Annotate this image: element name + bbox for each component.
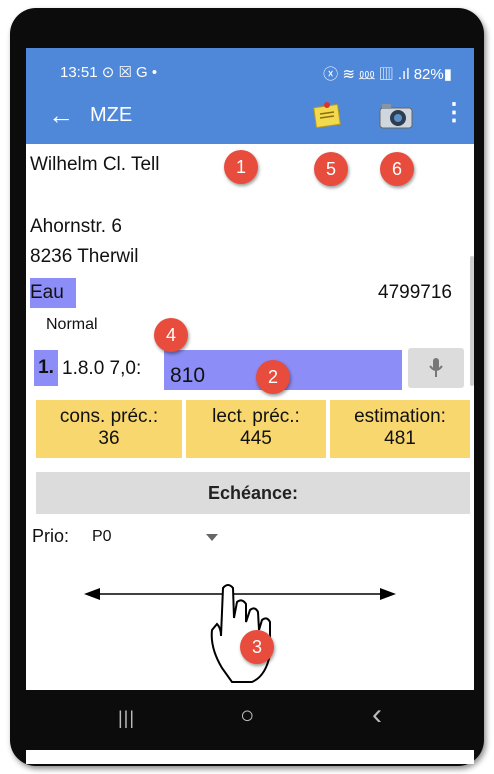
- estimation-label: estimation:: [354, 406, 446, 427]
- callout-5: 5: [314, 152, 348, 186]
- previous-reading-value: 445: [240, 428, 272, 449]
- customer-city: 8236 Therwil: [30, 246, 139, 267]
- previous-consumption: cons. préc.: 36: [36, 400, 182, 458]
- meter-number: 4799716: [378, 282, 452, 303]
- estimation-value: 481: [384, 428, 416, 449]
- recent-apps-button[interactable]: |||: [118, 708, 135, 729]
- register-code: 1.8.0 7,0:: [62, 358, 142, 379]
- app-bar: ← MZE ⋮: [26, 88, 474, 144]
- callout-2: 2: [256, 360, 290, 394]
- home-button[interactable]: ○: [240, 702, 255, 730]
- dropdown-arrow-icon[interactable]: [206, 534, 218, 542]
- back-arrow-icon[interactable]: ←: [48, 100, 74, 130]
- scrollbar[interactable]: [470, 256, 474, 386]
- priority-label: Prio:: [32, 526, 70, 546]
- camera-icon[interactable]: [378, 100, 414, 130]
- priority-select[interactable]: P0: [92, 528, 112, 546]
- reading-type-select[interactable]: Normal: [46, 316, 98, 334]
- estimation: estimation: 481: [330, 400, 470, 458]
- register-index: 1.: [34, 350, 58, 386]
- memo-note-icon[interactable]: [312, 100, 342, 130]
- status-indicators: ⓧ ≋ ⅏ ▥ .ıl 82%▮: [323, 66, 452, 83]
- previous-reading: lect. préc.: 445: [186, 400, 326, 458]
- previous-consumption-value: 36: [98, 428, 120, 449]
- system-nav-bar: ||| ○ ‹: [26, 690, 474, 750]
- callout-3: 3: [240, 630, 274, 664]
- previous-consumption-label: cons. préc.:: [59, 406, 159, 427]
- previous-reading-label: lect. préc.:: [212, 406, 300, 427]
- callout-4: 4: [154, 318, 188, 352]
- more-vert-icon[interactable]: ⋮: [442, 98, 466, 128]
- customer-street: Ahornstr. 6: [30, 216, 122, 237]
- microphone-icon: [429, 358, 443, 377]
- callout-6: 6: [380, 152, 414, 186]
- status-time: 13:51 ⊙ ☒ G •: [60, 64, 158, 81]
- medium-badge: Eau: [30, 278, 76, 308]
- customer-name: Wilhelm Cl. Tell: [30, 154, 160, 175]
- app-title: MZE: [90, 104, 133, 126]
- due-date-button[interactable]: Echéance:: [36, 472, 470, 514]
- voice-input-button[interactable]: [408, 348, 464, 388]
- swipe-gesture-overlay: [84, 584, 396, 683]
- callout-1: 1: [224, 150, 258, 184]
- back-button[interactable]: ‹: [372, 698, 382, 732]
- status-bar: 13:51 ⊙ ☒ G • ⓧ ≋ ⅏ ▥ .ıl 82%▮: [26, 48, 474, 88]
